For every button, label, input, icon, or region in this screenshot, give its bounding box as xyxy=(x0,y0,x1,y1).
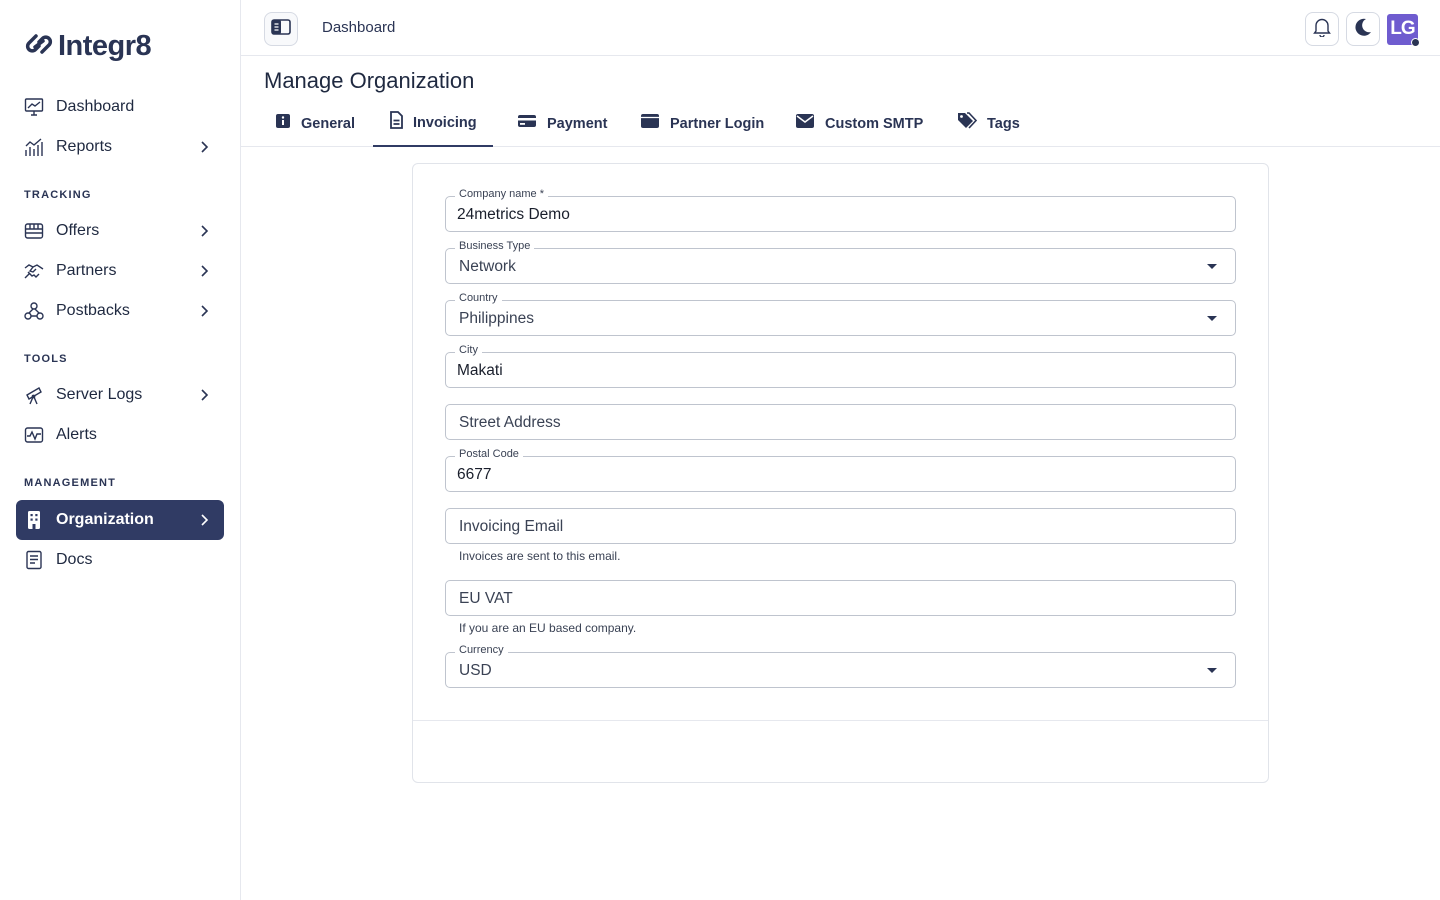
postal-code-label: Postal Code xyxy=(455,448,523,460)
sidebar-item-label: Reports xyxy=(56,138,113,155)
city-label: City xyxy=(455,344,482,356)
sidebar-item-organization[interactable]: Organization xyxy=(16,500,224,540)
tab-tags[interactable]: Tags xyxy=(941,100,1036,147)
eu-vat-field[interactable]: EU VAT xyxy=(445,580,1236,616)
sidebar-item-label: Organization xyxy=(56,511,154,528)
currency-value: USD xyxy=(459,662,492,679)
dropdown-caret-icon xyxy=(1207,316,1217,321)
postal-code-field[interactable]: Postal Code 6677 xyxy=(445,448,1236,492)
info-icon xyxy=(275,113,291,134)
tab-partner-login[interactable]: Partner Login xyxy=(624,100,780,147)
street-address-field[interactable]: Street Address xyxy=(445,404,1236,440)
country-value: Philippines xyxy=(459,310,534,327)
eu-vat-placeholder: EU VAT xyxy=(459,590,513,607)
card-footer-divider xyxy=(413,720,1268,721)
telescope-icon xyxy=(24,385,44,405)
offers-icon xyxy=(24,221,44,241)
bell-icon xyxy=(1313,17,1331,42)
currency-label: Currency xyxy=(455,644,508,656)
currency-select[interactable]: Currency USD xyxy=(445,644,1236,688)
status-dot xyxy=(1411,37,1420,47)
sidebar-toggle-button[interactable] xyxy=(264,12,298,46)
docs-icon xyxy=(24,550,44,570)
top-bar: Dashboard LG xyxy=(241,0,1440,56)
sidebar-item-label: Docs xyxy=(56,551,93,568)
sidebar-item-label: Server Logs xyxy=(56,386,143,403)
sidebar-item-label: Partners xyxy=(56,262,117,279)
chevron-right-icon xyxy=(194,221,214,241)
business-type-value: Network xyxy=(459,258,516,275)
invoicing-form-card: Company name * 24metrics Demo Business T… xyxy=(412,163,1269,783)
reports-bars-icon xyxy=(24,137,44,157)
company-name-value: 24metrics Demo xyxy=(457,206,570,223)
invoicing-email-placeholder: Invoicing Email xyxy=(459,518,564,535)
city-value: Makati xyxy=(457,362,503,379)
country-label: Country xyxy=(455,292,502,304)
tab-custom-smtp[interactable]: Custom SMTP xyxy=(779,100,939,147)
eu-vat-helper: If you are an EU based company. xyxy=(459,621,637,635)
business-type-select[interactable]: Business Type Network xyxy=(445,240,1236,284)
company-name-label: Company name * xyxy=(455,188,548,200)
sidebar-item-reports[interactable]: Reports xyxy=(16,127,224,167)
webhook-icon xyxy=(24,301,44,321)
sidebar-item-server-logs[interactable]: Server Logs xyxy=(16,375,224,415)
sidebar-item-postbacks[interactable]: Postbacks xyxy=(16,291,224,331)
logo-text: Integr8 xyxy=(58,30,152,62)
theme-toggle-button[interactable] xyxy=(1346,12,1380,46)
dashboard-chart-icon xyxy=(24,97,44,117)
sidebar-item-partners[interactable]: Partners xyxy=(16,251,224,291)
sidebar-item-offers[interactable]: Offers xyxy=(16,211,224,251)
pulse-icon xyxy=(24,425,44,445)
tab-bar: General Invoicing Payment Partner Login xyxy=(241,100,1440,147)
tab-invoicing[interactable]: Invoicing xyxy=(373,100,493,147)
main-content: Dashboard LG Manage Organization General… xyxy=(241,0,1440,900)
chevron-right-icon xyxy=(194,385,214,405)
sidebar-item-dashboard[interactable]: Dashboard xyxy=(16,87,224,127)
sidebar-item-label: Dashboard xyxy=(56,98,135,115)
envelope-icon xyxy=(795,113,815,134)
sidebar-item-label: Offers xyxy=(56,222,100,239)
sidebar-item-label: Alerts xyxy=(56,426,97,443)
avatar[interactable]: LG xyxy=(1387,13,1420,47)
section-title-tracking: TRACKING xyxy=(24,189,92,201)
dropdown-caret-icon xyxy=(1207,668,1217,673)
chevron-right-icon xyxy=(194,510,214,530)
handshake-icon xyxy=(24,261,44,281)
building-icon xyxy=(24,510,44,530)
country-select[interactable]: Country Philippines xyxy=(445,292,1236,336)
sidebar-item-label: Postbacks xyxy=(56,302,130,319)
sidebar-item-alerts[interactable]: Alerts xyxy=(16,415,224,455)
section-title-management: MANAGEMENT xyxy=(24,477,117,489)
credit-card-icon xyxy=(517,113,537,134)
street-address-placeholder: Street Address xyxy=(459,414,561,431)
avatar-initials: LG xyxy=(1390,18,1415,39)
city-field[interactable]: City Makati xyxy=(445,344,1236,388)
chevron-right-icon xyxy=(194,301,214,321)
sidebar-panel-icon xyxy=(271,18,291,40)
page-title: Manage Organization xyxy=(264,68,475,93)
tab-payment[interactable]: Payment xyxy=(501,100,623,147)
sidebar-item-docs[interactable]: Docs xyxy=(16,540,224,580)
chevron-right-icon xyxy=(194,261,214,281)
dropdown-caret-icon xyxy=(1207,264,1217,269)
file-icon xyxy=(389,111,403,134)
window-icon xyxy=(640,113,660,134)
postal-code-value: 6677 xyxy=(457,466,492,483)
section-title-tools: TOOLS xyxy=(24,353,68,365)
notifications-button[interactable] xyxy=(1305,12,1339,46)
business-type-label: Business Type xyxy=(455,240,535,252)
invoicing-email-helper: Invoices are sent to this email. xyxy=(459,549,621,563)
company-name-field[interactable]: Company name * 24metrics Demo xyxy=(445,188,1236,232)
invoicing-email-field[interactable]: Invoicing Email xyxy=(445,508,1236,544)
chevron-right-icon xyxy=(194,137,214,157)
sidebar: Integr8 Dashboard Reports TRACKING Offer… xyxy=(0,0,241,900)
tab-general[interactable]: General xyxy=(259,100,371,147)
logo-icon xyxy=(24,32,54,61)
top-actions: LG xyxy=(1305,12,1420,47)
breadcrumb[interactable]: Dashboard xyxy=(322,19,395,36)
moon-icon xyxy=(1353,17,1373,42)
app-logo[interactable]: Integr8 xyxy=(24,30,152,63)
tags-icon xyxy=(957,112,978,135)
